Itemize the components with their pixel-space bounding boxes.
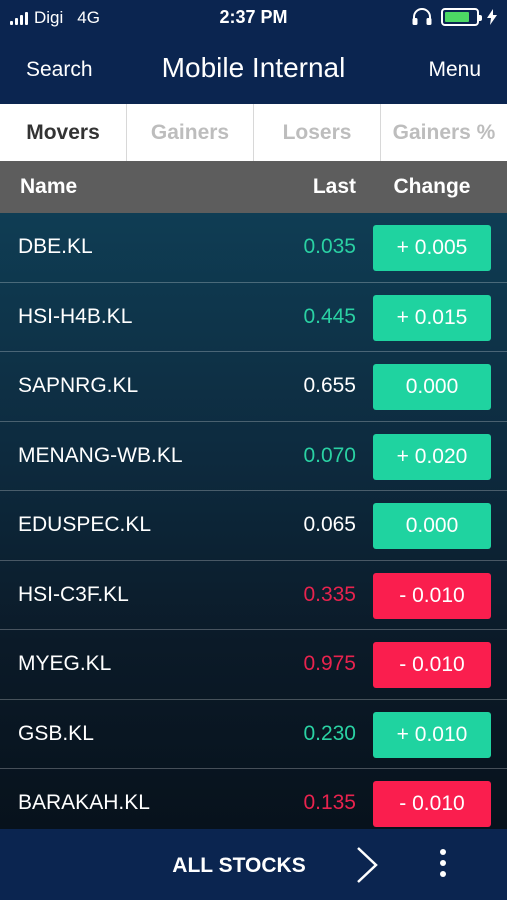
stock-symbol: GSB.KL <box>18 721 94 745</box>
tab-movers[interactable]: Movers <box>0 104 127 161</box>
stock-symbol: MENANG-WB.KL <box>18 443 183 467</box>
stock-symbol: DBE.KL <box>18 235 93 258</box>
bottom-bar: ALL STOCKS <box>0 829 507 900</box>
menu-button[interactable]: Menu <box>428 58 481 82</box>
change-badge: 0.000 <box>373 364 491 410</box>
change-badge: + 0.015 <box>373 294 491 341</box>
change-badge: + 0.020 <box>373 433 491 480</box>
change-badge: - 0.010 <box>373 572 491 619</box>
network-label: 4G <box>77 8 100 27</box>
stock-last-price: 0.655 <box>303 374 356 397</box>
change-badge: - 0.010 <box>373 642 491 688</box>
nav-bar: Search Mobile Internal Menu <box>0 36 507 104</box>
tab-gainers-percent[interactable]: Gainers % <box>381 104 507 161</box>
signal-icon <box>10 11 28 25</box>
more-vertical-icon[interactable] <box>440 849 446 877</box>
status-bar: Digi 4G 2:37 PM <box>0 0 507 36</box>
carrier-label: Digi <box>34 8 64 27</box>
stock-last-price: 0.135 <box>303 791 356 814</box>
stock-row[interactable]: GSB.KL 0.230 + 0.010 <box>0 700 507 769</box>
stock-row[interactable]: HSI-H4B.KL 0.445 + 0.015 <box>0 283 507 352</box>
status-right <box>411 8 497 26</box>
stock-last-price: 0.335 <box>303 582 356 606</box>
change-badge: - 0.010 <box>373 781 491 827</box>
stock-last-price: 0.070 <box>303 443 356 467</box>
change-badge: 0.000 <box>373 503 491 549</box>
headphones-icon <box>412 8 432 25</box>
all-stocks-button[interactable]: ALL STOCKS <box>0 854 478 878</box>
column-change: Change <box>393 175 471 198</box>
stock-row[interactable]: BARAKAH.KL 0.135 - 0.010 <box>0 769 507 829</box>
column-last: Last <box>312 175 356 198</box>
stock-symbol: HSI-H4B.KL <box>18 304 133 328</box>
change-badge: + 0.010 <box>373 711 491 758</box>
status-left: Digi 4G <box>10 8 100 28</box>
chevron-right-icon[interactable] <box>354 846 380 884</box>
tab-gainers[interactable]: Gainers <box>127 104 254 161</box>
stock-last-price: 0.035 <box>303 235 356 258</box>
stock-symbol: SAPNRG.KL <box>18 374 139 397</box>
stock-row[interactable]: MENANG-WB.KL 0.070 + 0.020 <box>0 422 507 491</box>
stock-symbol: EDUSPEC.KL <box>18 513 152 536</box>
column-header: Name Last Change <box>0 161 507 213</box>
stock-row[interactable]: HSI-C3F.KL 0.335 - 0.010 <box>0 561 507 630</box>
battery-level <box>445 12 469 22</box>
battery-icon <box>441 8 482 26</box>
search-button[interactable]: Search <box>26 58 93 82</box>
stock-symbol: MYEG.KL <box>18 652 112 675</box>
stock-last-price: 0.065 <box>303 513 356 536</box>
stock-row[interactable]: MYEG.KL 0.975 - 0.010 <box>0 630 507 700</box>
stock-row[interactable]: EDUSPEC.KL 0.065 0.000 <box>0 491 507 561</box>
column-name: Name <box>20 175 78 198</box>
stock-last-price: 0.975 <box>303 652 356 675</box>
tab-losers[interactable]: Losers <box>254 104 381 161</box>
stock-symbol: HSI-C3F.KL <box>18 582 129 606</box>
charging-bolt-icon <box>487 9 497 25</box>
stock-last-price: 0.445 <box>303 304 356 328</box>
stock-symbol: BARAKAH.KL <box>18 791 150 814</box>
change-badge: + 0.005 <box>373 225 491 271</box>
stock-row[interactable]: DBE.KL 0.035 + 0.005 <box>0 213 507 283</box>
stock-list: DBE.KL 0.035 + 0.005 HSI-H4B.KL 0.445 + 0.015… <box>0 213 507 829</box>
stock-row[interactable]: SAPNRG.KL 0.655 0.000 <box>0 352 507 422</box>
tab-bar: Movers Gainers Losers Gainers % <box>0 104 507 161</box>
stock-last-price: 0.230 <box>303 721 356 745</box>
